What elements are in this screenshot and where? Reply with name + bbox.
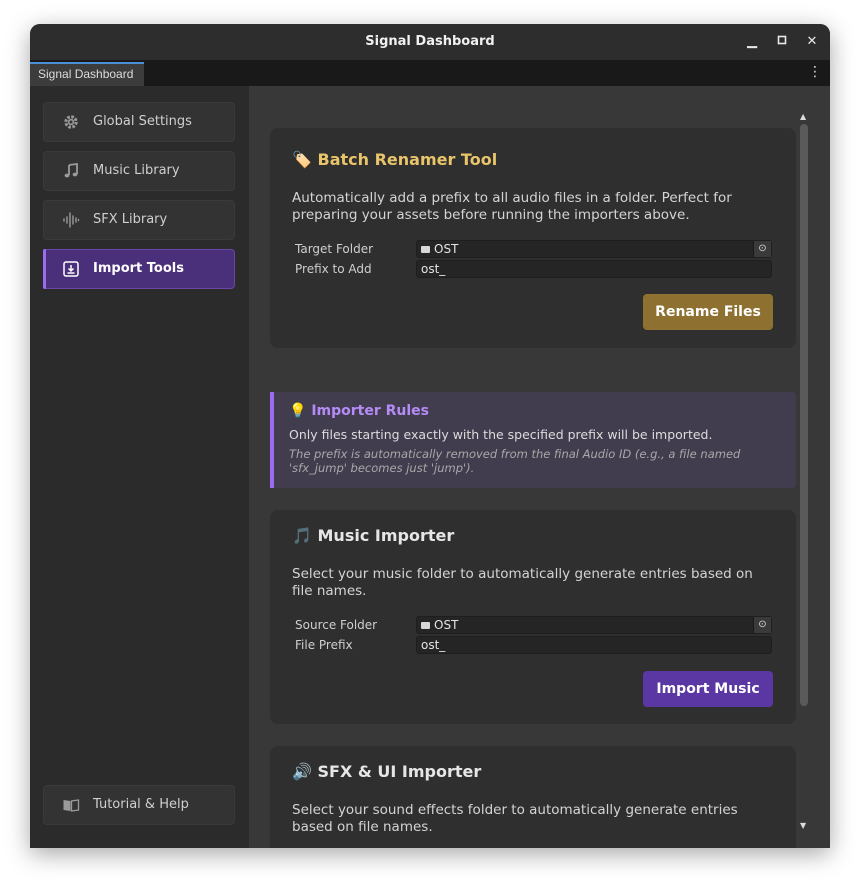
scroll-up-icon[interactable]: ▲ [800,112,806,121]
folder-picker-icon[interactable]: ⊙ [753,241,771,257]
music-note-icon: 🎵 [292,526,312,545]
file-prefix-label: File Prefix [295,638,353,652]
sidebar-item-label: SFX Library [93,212,168,227]
source-folder-field[interactable]: OST ⊙ [416,616,772,634]
rename-files-button[interactable]: Rename Files [643,294,773,330]
app-window: Signal Dashboard ▁ ✕ Signal Dashboard ⋮ … [30,24,830,848]
prefix-to-add-label: Prefix to Add [295,262,372,276]
sidebar: Global Settings Music Library SFX Librar… [30,86,249,848]
scroll-down-icon[interactable]: ▼ [800,821,806,830]
batch-renamer-title: 🏷️ Batch Renamer Tool [292,150,498,169]
music-importer-title: 🎵 Music Importer [292,526,455,545]
sidebar-item-music-library[interactable]: Music Library [43,151,235,191]
file-prefix-input[interactable]: ost_ [416,636,772,654]
sidebar-item-global-settings[interactable]: Global Settings [43,102,235,142]
waveform-icon [63,212,80,228]
lightbulb-icon: 💡 [289,403,307,419]
tab-signal-dashboard[interactable]: Signal Dashboard [30,62,144,86]
title-bar: Signal Dashboard ▁ ✕ [30,24,830,60]
minimize-button[interactable]: ▁ [742,32,762,52]
sfx-importer-card: 🔊 SFX & UI Importer Select your sound ef… [270,746,796,848]
sfx-importer-title: 🔊 SFX & UI Importer [292,762,482,781]
sidebar-item-sfx-library[interactable]: SFX Library [43,200,235,240]
maximize-icon [777,35,787,45]
import-music-button[interactable]: Import Music [643,671,773,707]
folder-picker-icon[interactable]: ⊙ [753,617,771,633]
batch-renamer-card: 🏷️ Batch Renamer Tool Automatically add … [270,128,796,348]
main-scrollbar[interactable]: ▲ ▼ [798,112,810,830]
folder-icon [421,246,430,253]
sfx-importer-description: Select your sound effects folder to auto… [292,802,738,835]
sidebar-item-label: Music Library [93,163,180,178]
target-folder-field[interactable]: OST ⊙ [416,240,772,258]
music-importer-card: 🎵 Music Importer Select your music folde… [270,510,796,724]
window-title: Signal Dashboard [365,34,495,49]
importer-rules-title: 💡 Importer Rules [289,403,429,419]
music-note-icon [64,162,78,178]
sidebar-item-label: Import Tools [93,261,184,276]
sidebar-item-tutorial-help[interactable]: Tutorial & Help [43,785,235,825]
importer-rules-callout: 💡 Importer Rules Only files starting exa… [270,392,796,488]
tab-menu-icon[interactable]: ⋮ [808,64,822,80]
sidebar-item-import-tools[interactable]: Import Tools [43,249,235,289]
scroll-thumb[interactable] [800,124,808,706]
gear-icon [64,115,78,129]
importer-rules-note: The prefix is automatically removed from… [289,447,741,475]
active-indicator [43,249,46,289]
main-panel: 🏷️ Batch Renamer Tool Automatically add … [249,86,830,848]
book-icon [63,799,80,812]
sidebar-item-label: Global Settings [93,114,192,129]
close-button[interactable]: ✕ [802,32,822,52]
prefix-to-add-input[interactable]: ost_ [416,260,772,278]
tag-icon: 🏷️ [292,150,312,169]
target-folder-label: Target Folder [295,242,374,256]
maximize-button[interactable] [772,32,792,52]
folder-icon [421,622,430,629]
tab-bar: Signal Dashboard ⋮ [30,60,830,86]
importer-rules-text: Only files starting exactly with the spe… [289,427,713,442]
music-importer-description: Select your music folder to automaticall… [292,566,753,599]
speaker-icon: 🔊 [292,762,312,781]
import-icon [63,261,79,277]
source-folder-label: Source Folder [295,618,378,632]
batch-renamer-description: Automatically add a prefix to all audio … [292,190,732,223]
sidebar-footer-label: Tutorial & Help [93,797,189,812]
